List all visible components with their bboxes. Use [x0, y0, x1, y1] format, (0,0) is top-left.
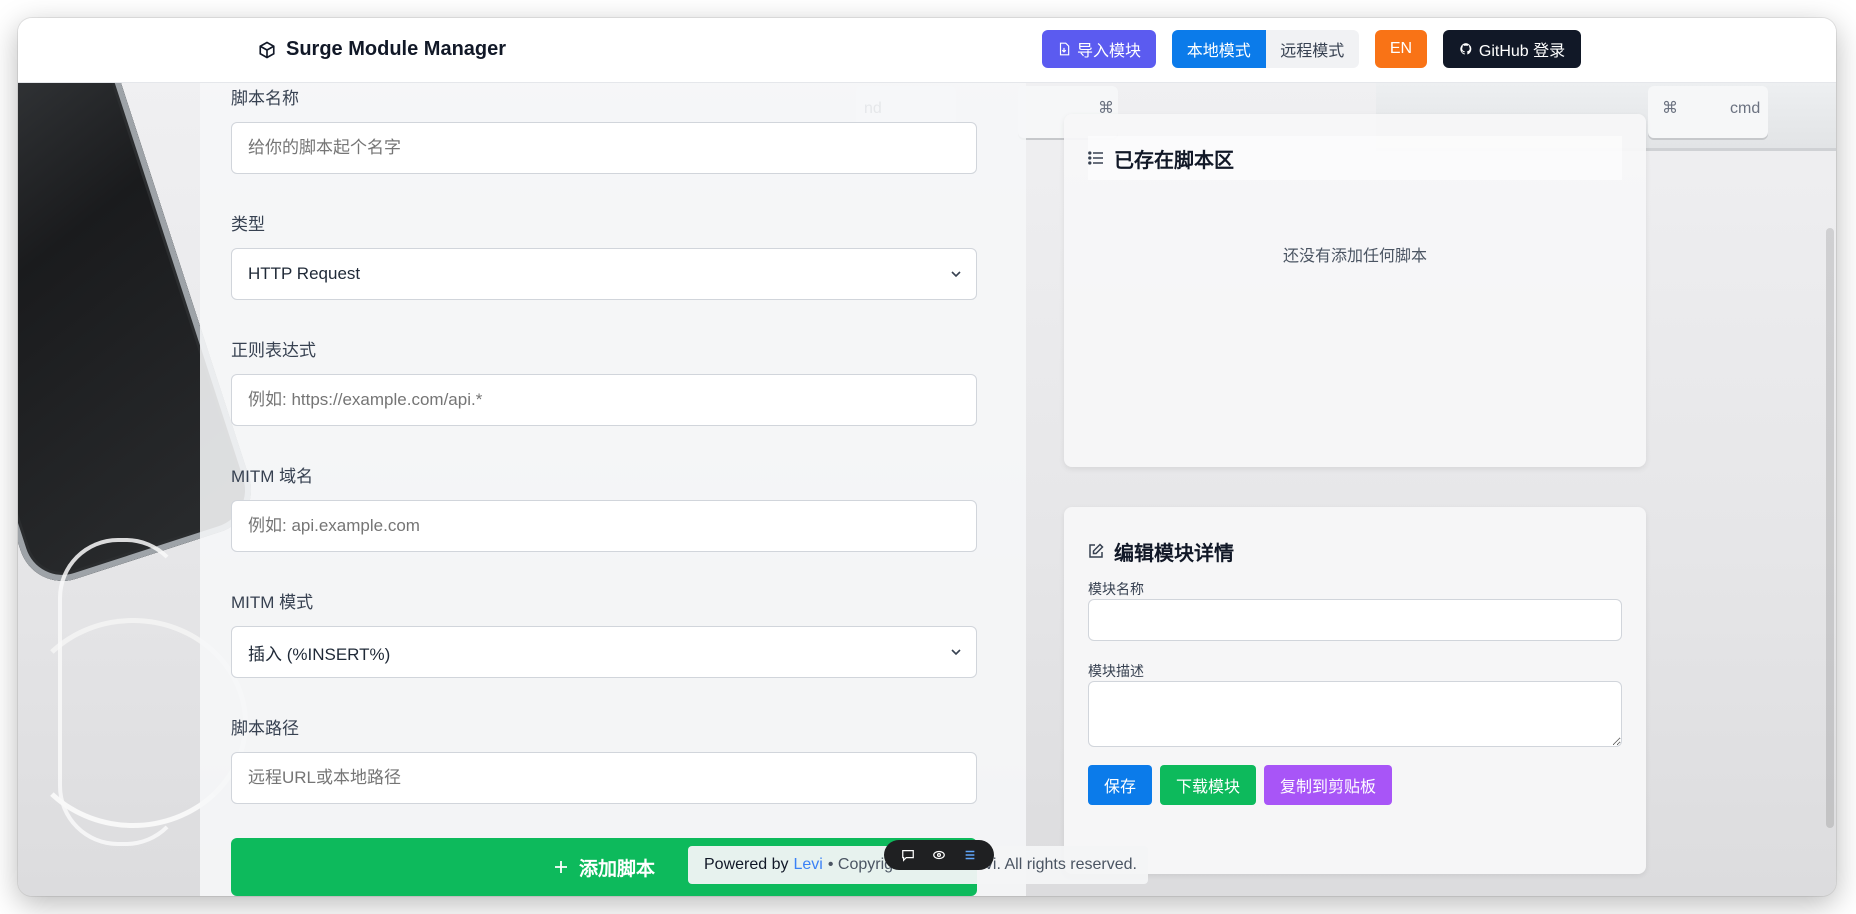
- github-login-label: GitHub 登录: [1478, 43, 1566, 60]
- import-module-label: 导入模块: [1076, 43, 1141, 60]
- github-login-button[interactable]: GitHub 登录: [1443, 30, 1581, 68]
- plus-icon: [554, 861, 567, 873]
- menu-icon[interactable]: [963, 848, 977, 862]
- type-label: 类型: [231, 215, 265, 234]
- mitm-mode-value: 插入 (%INSERT%): [248, 644, 391, 664]
- page-scrollbar[interactable]: [1826, 228, 1834, 828]
- github-icon: [1460, 43, 1472, 55]
- script-path-label: 脚本路径: [231, 719, 299, 738]
- language-button[interactable]: EN: [1375, 30, 1427, 68]
- existing-scripts-title: 已存在脚本区: [1114, 149, 1234, 172]
- chevron-down-icon: [951, 271, 961, 278]
- module-details-title: 编辑模块详情: [1114, 542, 1234, 565]
- mitm-domain-label: MITM 域名: [231, 467, 314, 486]
- add-script-label: 添加脚本: [578, 858, 655, 880]
- cable-image: [58, 538, 186, 846]
- cube-icon: [259, 41, 275, 58]
- mode-switch: 本地模式 远程模式: [1172, 30, 1359, 68]
- local-mode-button[interactable]: 本地模式: [1172, 30, 1266, 68]
- existing-scripts-header: 已存在脚本区: [1088, 136, 1622, 180]
- list-icon: [1088, 151, 1103, 165]
- eye-icon[interactable]: [932, 848, 946, 862]
- script-name-input[interactable]: [231, 122, 977, 174]
- keyboard-key: ⌘ cmd: [1648, 86, 1768, 138]
- brand: Surge Module Manager: [258, 38, 506, 61]
- brand-title: Surge Module Manager: [286, 38, 507, 60]
- browser-window: nd ⌘ ⌘cmd Surge Module Manager 导入模块 本地模式…: [18, 18, 1836, 896]
- import-module-button[interactable]: 导入模块: [1042, 30, 1156, 68]
- mitm-mode-label: MITM 模式: [231, 593, 314, 612]
- module-name-input[interactable]: [1088, 599, 1622, 641]
- copy-to-clipboard-button[interactable]: 复制到剪贴板: [1264, 765, 1392, 805]
- module-desc-textarea[interactable]: [1088, 681, 1622, 747]
- existing-scripts-card: 已存在脚本区 还没有添加任何脚本: [1064, 114, 1646, 467]
- type-select-value: HTTP Request: [248, 264, 361, 283]
- module-desc-label: 模块描述: [1088, 663, 1144, 679]
- script-name-label: 脚本名称: [231, 89, 299, 108]
- type-select[interactable]: HTTP Request: [231, 248, 977, 300]
- empty-scripts-message: 还没有添加任何脚本: [1282, 248, 1427, 265]
- regex-label: 正则表达式: [231, 341, 316, 360]
- download-module-button[interactable]: 下载模块: [1160, 765, 1256, 805]
- chevron-down-icon: [951, 649, 961, 656]
- footer-author-link[interactable]: Levi: [794, 856, 823, 874]
- comment-icon[interactable]: [901, 848, 915, 862]
- remote-mode-button[interactable]: 远程模式: [1266, 30, 1360, 68]
- module-details-card: 编辑模块详情 模块名称 模块描述 保存 下载模块 复制到剪贴板: [1064, 507, 1646, 874]
- module-name-label: 模块名称: [1088, 581, 1144, 597]
- import-file-icon: [1059, 42, 1070, 56]
- module-details-header: 编辑模块详情: [1088, 529, 1622, 573]
- regex-input[interactable]: [231, 374, 977, 426]
- save-button[interactable]: 保存: [1088, 765, 1152, 805]
- floating-toolbar: [884, 840, 994, 870]
- app-header: Surge Module Manager 导入模块 本地模式 远程模式 EN G…: [18, 18, 1836, 83]
- script-path-input[interactable]: [231, 752, 977, 804]
- footer-powered: Powered by: [704, 856, 789, 873]
- edit-icon: [1089, 543, 1104, 558]
- mitm-mode-select[interactable]: 插入 (%INSERT%): [231, 626, 977, 678]
- mitm-domain-input[interactable]: [231, 500, 977, 552]
